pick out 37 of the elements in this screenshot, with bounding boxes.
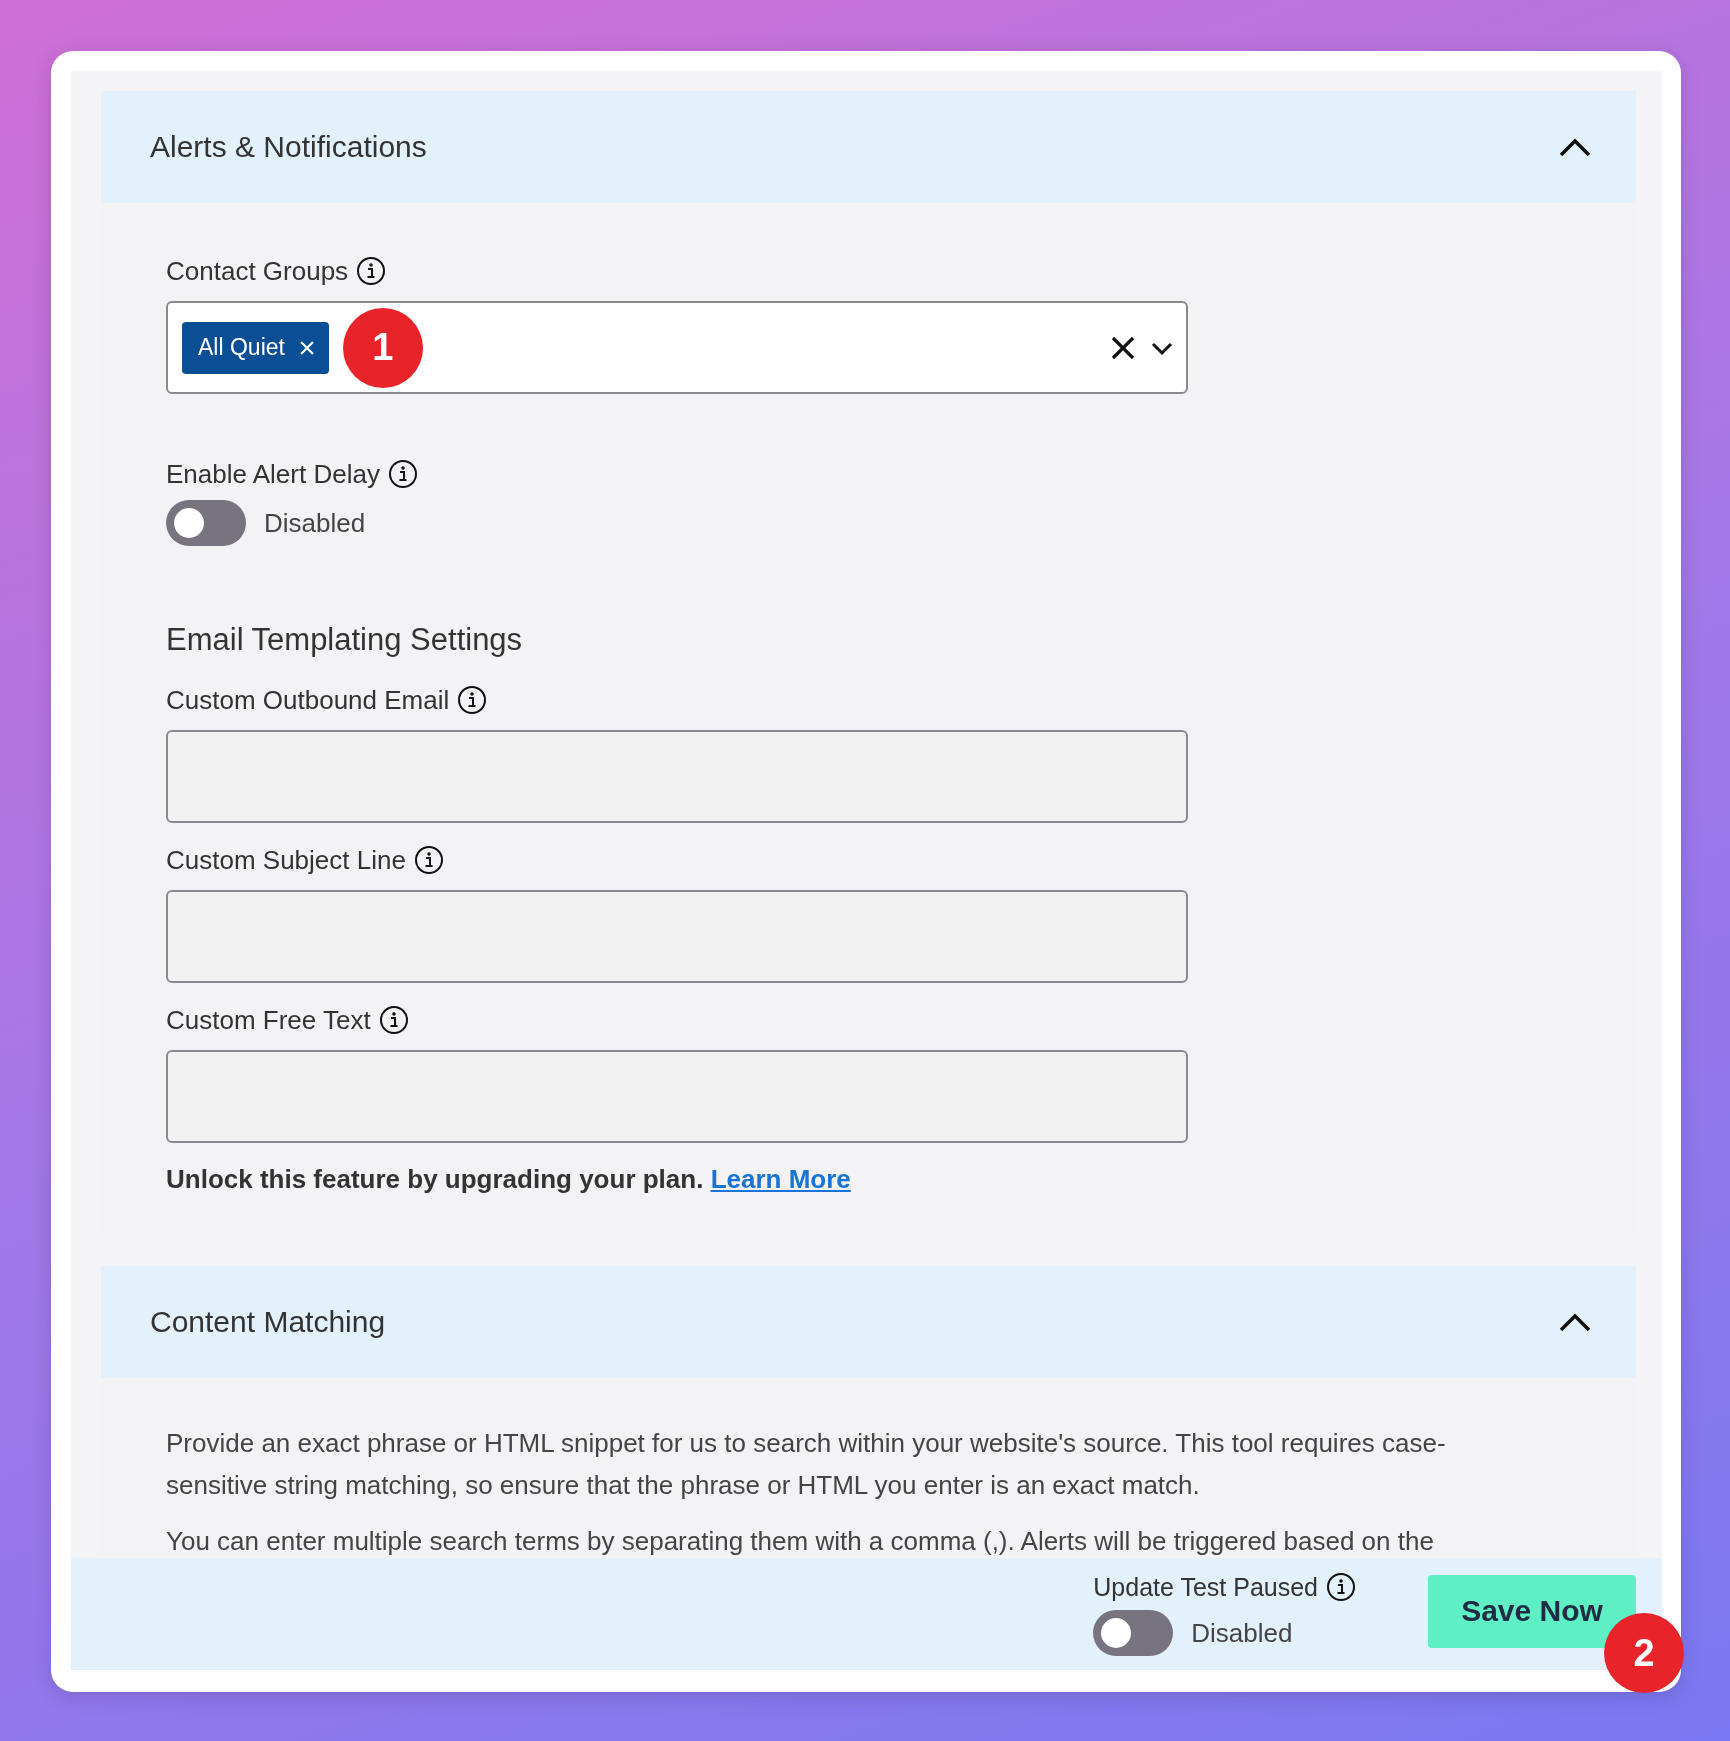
close-icon — [298, 339, 315, 356]
subsection-heading: Email Templating Settings — [166, 622, 524, 658]
section-header[interactable]: Alerts & Notifications — [101, 91, 1636, 203]
field-label: Custom Outbound Email — [166, 685, 450, 715]
text-field[interactable] — [166, 890, 1188, 983]
description-text: Provide an exact phrase or HTML snippet for us to search within your website's source. This tool requires case-sensitive string matching, so ensure that the phrase or HTML you enter is an exact match. — [166, 1427, 1447, 1502]
chevron-up-icon — [1558, 1311, 1592, 1333]
step-badge: 2 — [1604, 1613, 1684, 1693]
info-icon — [457, 685, 488, 715]
text-field[interactable] — [166, 730, 1188, 823]
chevron-up-icon — [1558, 136, 1592, 158]
tag-chip[interactable]: All Quiet — [182, 321, 329, 374]
description-text: You can enter multiple search terms by separating them with a comma (,). Alerts will be triggered based on the — [166, 1525, 1435, 1558]
text-field[interactable] — [166, 1050, 1188, 1143]
field-label: Custom Free Text — [166, 1005, 371, 1035]
field-label: Custom Subject Line — [166, 845, 406, 875]
field-label: Contact Groups — [166, 256, 349, 286]
info-icon — [387, 459, 418, 489]
field-label: Enable Alert Delay — [166, 459, 380, 489]
multiselect-field[interactable]: All Quiet 1 — [166, 301, 1188, 394]
toggle-switch[interactable] — [166, 500, 246, 546]
section-header[interactable]: Content Matching — [101, 1266, 1636, 1378]
field-label: Update Test Paused — [1093, 1572, 1318, 1602]
learn-more-link[interactable]: Learn More — [710, 1164, 851, 1194]
save-button[interactable]: Save Now — [1428, 1574, 1636, 1648]
info-icon — [1326, 1572, 1356, 1602]
toggle-state: Disabled — [264, 507, 366, 539]
toggle-switch[interactable] — [1093, 1610, 1174, 1656]
section-title: Alerts & Notifications — [150, 130, 427, 164]
upgrade-note: Unlock this feature by upgrading your plan. Learn More — [166, 1164, 852, 1194]
info-icon — [378, 1005, 409, 1035]
toggle-state: Disabled — [1191, 1617, 1293, 1649]
info-icon — [356, 256, 387, 286]
section-title: Content Matching — [150, 1305, 386, 1339]
step-badge: 1 — [342, 307, 423, 388]
info-icon — [413, 845, 444, 875]
clear-icon — [1110, 334, 1136, 361]
